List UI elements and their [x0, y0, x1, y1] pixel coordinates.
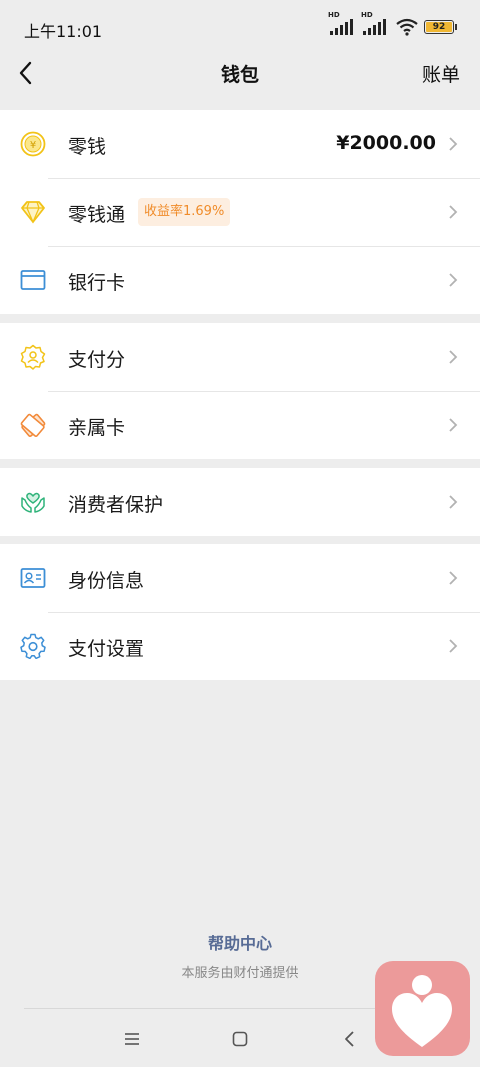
menu-row-identity[interactable]: 身份信息 — [0, 544, 480, 612]
floating-app-bubble[interactable] — [375, 961, 470, 1056]
menu-row-pay-settings[interactable]: 支付设置 — [0, 612, 480, 680]
home-square-icon[interactable] — [230, 1029, 250, 1049]
bank-card-icon — [20, 270, 46, 290]
protect-hands-icon — [21, 492, 45, 513]
wallet-group: ¥ 零钱 ¥2000.00 零钱通 收益率1.69% 银行卡 — [0, 110, 480, 314]
menu-label: 亲属卡 — [68, 417, 126, 439]
bill-button[interactable]: 账单 — [422, 60, 460, 87]
menu-row-lingqiantong[interactable]: 零钱通 收益率1.69% — [0, 178, 480, 246]
chevron-right-icon — [449, 571, 458, 585]
yield-badge: 收益率1.69% — [138, 198, 231, 226]
status-icons: HD HD 92 — [328, 11, 457, 38]
back-triangle-icon[interactable] — [340, 1029, 360, 1049]
id-card-icon — [20, 568, 46, 588]
diamond-icon — [21, 201, 45, 224]
chevron-right-icon — [449, 350, 458, 364]
cell-signal-icon: HD — [361, 11, 386, 35]
status-time: 上午11:01 — [24, 22, 103, 41]
signal-hd-label: HD — [361, 11, 373, 19]
family-card-icon — [20, 413, 46, 437]
balance-value: ¥2000.00 — [336, 132, 436, 154]
menu-row-change[interactable]: ¥ 零钱 ¥2000.00 — [0, 110, 480, 178]
payment-group: 支付分 亲属卡 — [0, 323, 480, 459]
protection-group: 消费者保护 — [0, 468, 480, 536]
chevron-right-icon — [449, 137, 458, 151]
chevron-right-icon — [449, 418, 458, 432]
help-center-link[interactable]: 帮助中心 — [0, 930, 480, 954]
menu-icon[interactable] — [122, 1029, 142, 1049]
menu-label: 零钱 — [68, 136, 107, 158]
menu-row-consumer-protection[interactable]: 消费者保护 — [0, 468, 480, 536]
menu-row-bank-card[interactable]: 银行卡 — [0, 246, 480, 314]
settings-gear-icon — [20, 633, 46, 659]
menu-row-family-card[interactable]: 亲属卡 — [0, 391, 480, 459]
chevron-right-icon — [449, 205, 458, 219]
svg-text:¥: ¥ — [30, 140, 36, 151]
battery-level: 92 — [432, 22, 446, 32]
cell-signal-icon: HD — [328, 11, 353, 35]
credit-score-icon — [20, 344, 46, 370]
battery-icon: 92 — [424, 20, 457, 34]
nav-bar: 钱包 账单 — [0, 48, 480, 100]
menu-label: 支付分 — [68, 349, 126, 371]
menu-label: 身份信息 — [68, 570, 145, 592]
heart-person-icon — [392, 975, 452, 1047]
coin-yuan-icon: ¥ — [20, 131, 46, 157]
chevron-right-icon — [449, 495, 458, 509]
menu-label: 消费者保护 — [68, 494, 164, 516]
menu-label: 支付设置 — [68, 638, 145, 660]
page-title: 钱包 — [220, 64, 259, 86]
menu-row-pay-score[interactable]: 支付分 — [0, 323, 480, 391]
signal-hd-label: HD — [328, 11, 340, 19]
chevron-right-icon — [449, 273, 458, 287]
settings-group: 身份信息 支付设置 — [0, 544, 480, 680]
wifi-icon — [396, 18, 418, 36]
menu-label: 零钱通 — [68, 204, 126, 226]
chevron-right-icon — [449, 639, 458, 653]
menu-label: 银行卡 — [68, 272, 126, 294]
